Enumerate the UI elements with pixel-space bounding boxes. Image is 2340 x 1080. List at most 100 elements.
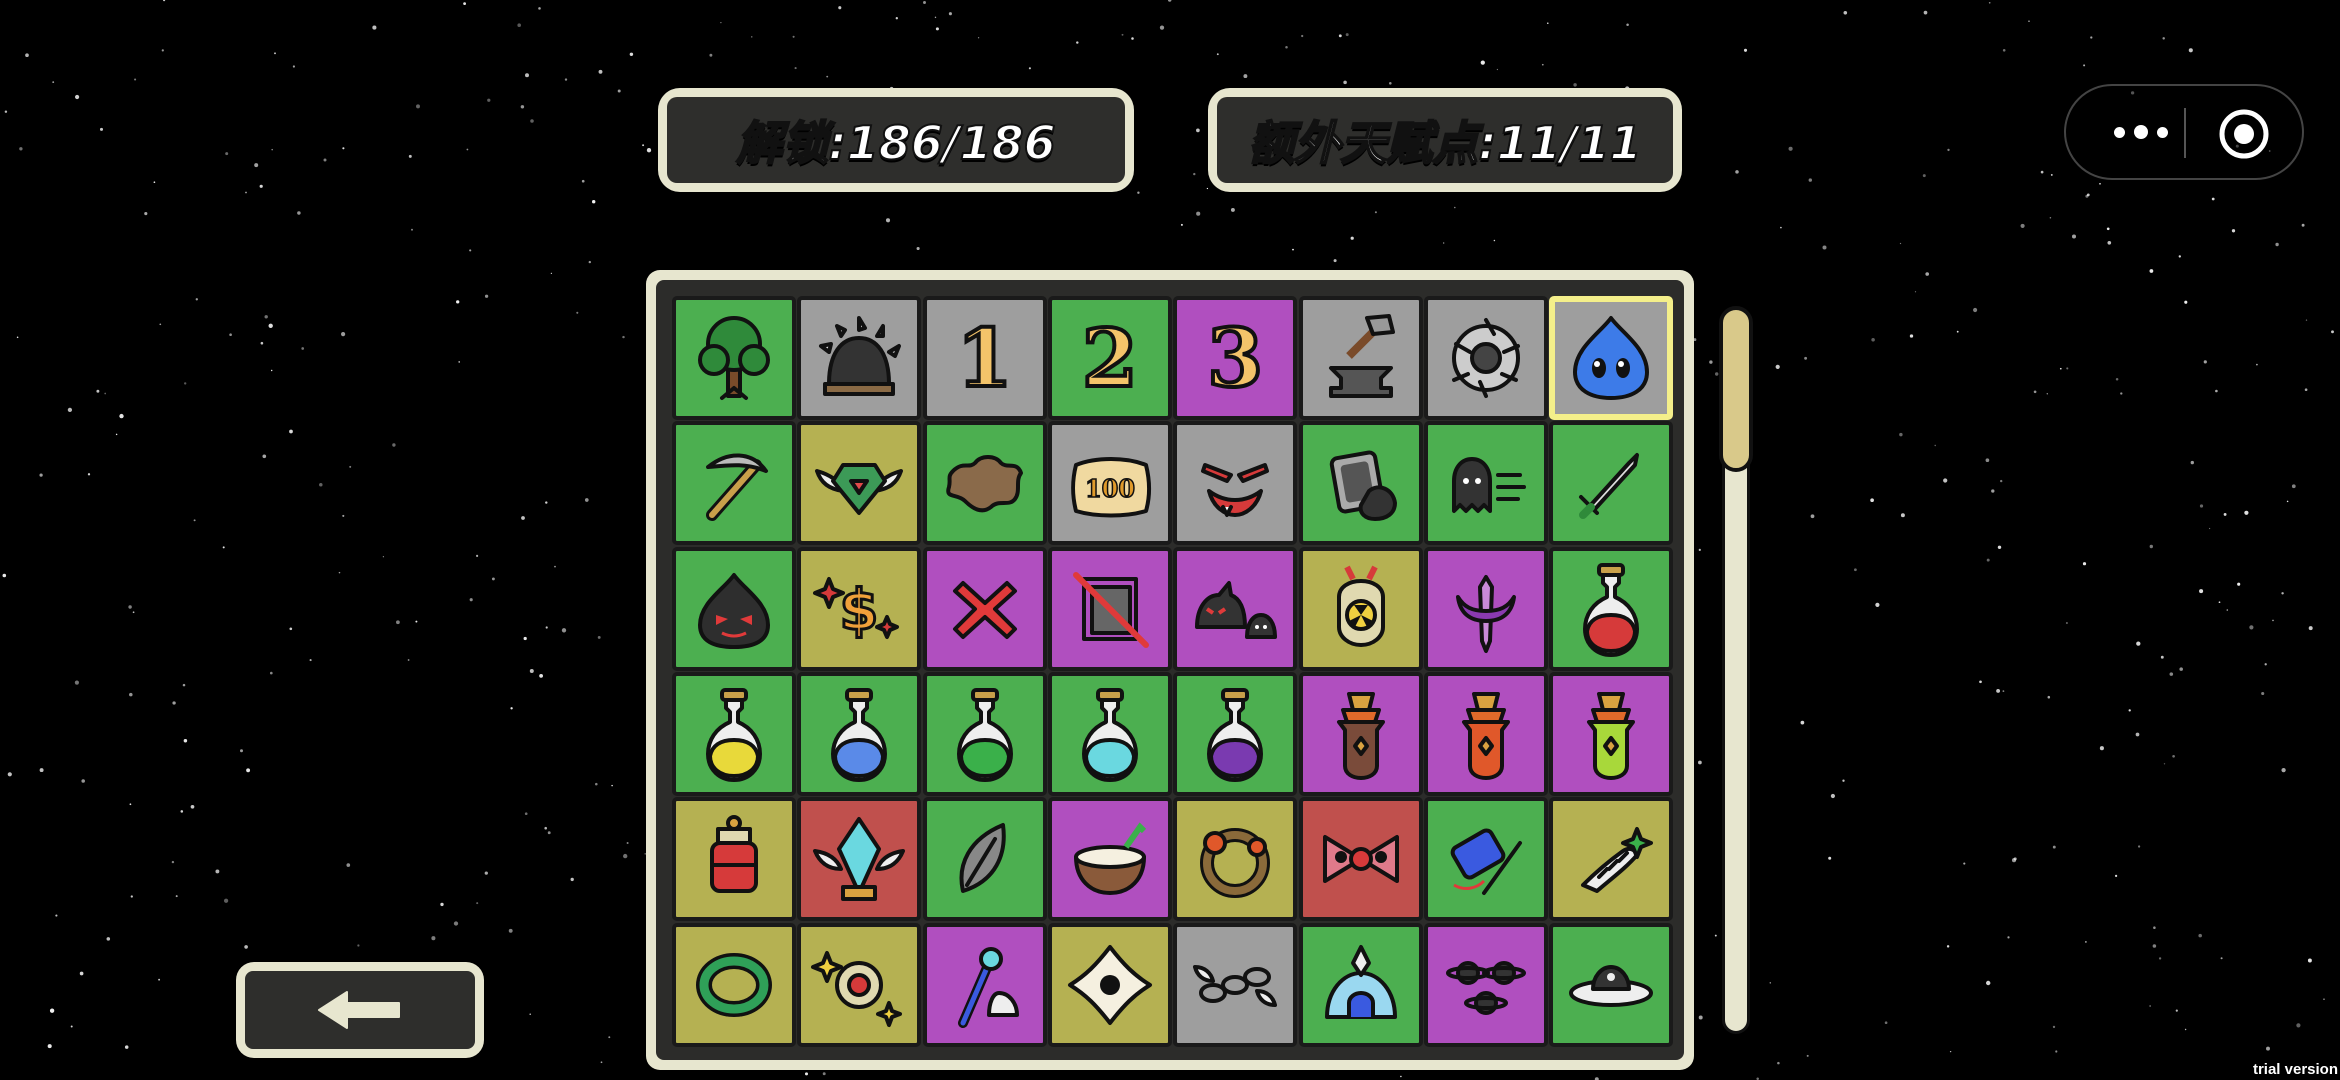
skull-bowtie-icon [1322, 835, 1399, 884]
number-one-icon: 1 [955, 311, 1015, 405]
scrollbar-thumb[interactable] [1719, 306, 1753, 472]
wizard-staff-icon [957, 946, 1019, 1028]
sword-icon [1579, 453, 1640, 520]
talent-cell[interactable] [672, 671, 796, 796]
cyan-potion-icon [1081, 687, 1138, 782]
more-options-icon[interactable] [2096, 114, 2186, 150]
talent-cell[interactable] [1047, 671, 1172, 796]
talent-cell[interactable] [672, 421, 796, 546]
coin-100-icon: 100 [1070, 457, 1151, 518]
unlock-counter: 解锁:186/186 [658, 88, 1134, 192]
shadow-creatures-icon [1195, 580, 1278, 639]
talent-cell[interactable] [922, 797, 1047, 922]
talent-cell[interactable] [1549, 546, 1674, 671]
talent-cell[interactable] [1423, 922, 1548, 1047]
talent-cell[interactable] [1549, 922, 1674, 1047]
talent-cell[interactable] [1173, 797, 1298, 922]
flying-saucer-icon [1569, 964, 1654, 1007]
talent-cell[interactable] [1298, 296, 1423, 420]
nuke-bomb-icon [1336, 565, 1385, 647]
talent-cell[interactable] [672, 546, 796, 671]
talent-cell[interactable] [1549, 797, 1674, 922]
feather-leaf-icon [959, 823, 1006, 894]
talent-cell[interactable] [1423, 671, 1548, 796]
talent-cell[interactable] [1173, 546, 1298, 671]
svg-text:100: 100 [1085, 474, 1135, 503]
lime-elixir-icon [1587, 691, 1636, 780]
talent-cell[interactable] [1173, 671, 1298, 796]
talent-cell[interactable] [797, 421, 922, 546]
horned-dagger-icon [1455, 574, 1516, 653]
winged-chain-icon [1193, 964, 1278, 1007]
talent-cell[interactable] [922, 421, 1047, 546]
flower-wreath-icon [1200, 828, 1271, 899]
talent-cell[interactable] [1423, 421, 1548, 546]
pickaxe-icon [706, 453, 768, 522]
talent-cell[interactable] [1298, 671, 1423, 796]
talent-cell[interactable] [1423, 296, 1548, 420]
talent-cell[interactable] [797, 922, 922, 1047]
talent-cell[interactable] [1047, 797, 1172, 922]
talent-cell[interactable] [1423, 797, 1548, 922]
mini-program-capsule [2064, 84, 2304, 180]
orange-elixir-icon [1461, 691, 1510, 780]
spiked-helmet-icon [819, 316, 902, 396]
talent-cell[interactable]: 3 [1173, 296, 1298, 420]
tree-icon [698, 316, 770, 400]
red-lantern-potion-icon [710, 815, 758, 894]
talent-cell[interactable] [1298, 421, 1423, 546]
purple-potion-icon [1207, 687, 1264, 782]
talent-cell[interactable] [1298, 797, 1423, 922]
talent-cell[interactable] [797, 296, 922, 420]
talent-cell[interactable] [1549, 421, 1674, 546]
talent-cell[interactable] [1298, 546, 1423, 671]
red-potion-icon [1583, 562, 1640, 657]
star-amulet-icon [811, 950, 903, 1027]
crystal-igloo-icon [1324, 944, 1397, 1019]
saw-blade-icon [1451, 318, 1520, 398]
talent-cell[interactable] [672, 922, 796, 1047]
talent-grid: 1 2 3 100 $ [656, 280, 1684, 1060]
arrow-left-icon [318, 991, 400, 1029]
close-target-icon[interactable] [2216, 106, 2272, 162]
blue-slime-icon [1573, 316, 1650, 400]
talent-cell[interactable]: 1 [922, 296, 1047, 420]
talent-grid-panel: 1 2 3 100 $ [646, 270, 1694, 1070]
talent-points-counter: 额外天赋点:11/11 [1208, 88, 1682, 192]
back-button-inner [245, 971, 475, 1049]
talent-cell[interactable] [1047, 546, 1172, 671]
talent-cell[interactable] [922, 546, 1047, 671]
talent-cell[interactable]: 2 [1047, 296, 1172, 420]
back-button[interactable] [236, 962, 484, 1058]
red-x-icon [952, 580, 1017, 639]
blue-potion-icon [831, 687, 888, 782]
hide-pelt-icon [945, 455, 1023, 513]
talent-cell[interactable] [1549, 671, 1674, 796]
shield-card-icon [1329, 450, 1397, 522]
green-potion-icon [956, 687, 1013, 782]
talent-cell[interactable]: $ [797, 546, 922, 671]
talent-cell[interactable] [1173, 421, 1298, 546]
talent-cell[interactable] [922, 671, 1047, 796]
talent-cell[interactable] [1549, 296, 1674, 420]
sparkle-dollar-icon: $ [813, 576, 900, 644]
svg-text:$: $ [840, 578, 879, 643]
talent-cell[interactable] [672, 797, 796, 922]
winged-gem-icon [815, 463, 904, 516]
talent-cell[interactable] [797, 797, 922, 922]
green-ring-icon [696, 952, 772, 1017]
coconut-icon [1073, 822, 1147, 896]
talent-cell[interactable] [922, 922, 1047, 1047]
talent-cell[interactable] [1423, 546, 1548, 671]
talent-cell[interactable] [672, 296, 796, 420]
talent-cell[interactable]: 100 [1047, 421, 1172, 546]
talent-cell[interactable] [1298, 922, 1423, 1047]
talent-cell[interactable] [797, 671, 922, 796]
capsule-divider [2184, 108, 2186, 158]
yellow-potion-icon [706, 687, 762, 782]
dark-slime-icon [698, 572, 770, 649]
talent-cell[interactable] [1173, 922, 1298, 1047]
talent-cell[interactable] [1047, 922, 1172, 1047]
planets-icon [1445, 960, 1526, 1015]
talent-points-label: 额外天赋点:11/11 [1217, 97, 1673, 183]
